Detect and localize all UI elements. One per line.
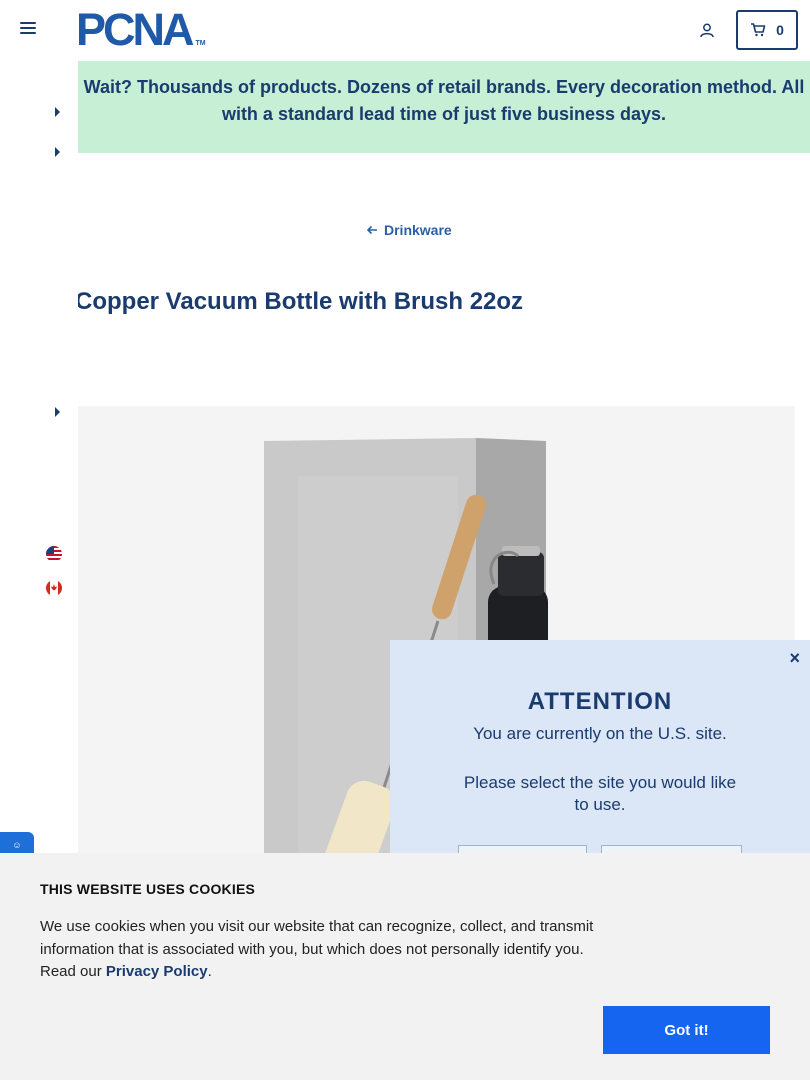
product-title: Copper Vacuum Bottle with Brush 22oz (78, 288, 524, 315)
cookie-heading: THIS WEBSITE USES COOKIES (40, 881, 256, 897)
us-flag-icon[interactable] (46, 546, 62, 562)
modal-heading: ATTENTION (527, 688, 673, 715)
breadcrumb-label: Drinkware (384, 222, 452, 238)
cookie-banner: THIS WEBSITE USES COOKIES We use cookies… (0, 853, 810, 1080)
breadcrumb-back-link[interactable]: Drinkware (366, 222, 452, 238)
cart-count: 0 (776, 22, 784, 38)
pcna-logo[interactable]: PCNA TM (76, 7, 206, 64)
close-icon[interactable]: × (789, 648, 800, 669)
arrow-left-icon (366, 225, 377, 235)
caret-right-icon[interactable] (55, 107, 60, 117)
modal-current-site: You are currently on the U.S. site. (473, 724, 727, 743)
site-header: PCNA TM 0 (0, 0, 810, 61)
cookie-period: . (207, 963, 212, 980)
account-icon[interactable] (699, 22, 715, 38)
got-it-button[interactable]: Got it! (603, 1006, 770, 1054)
site-select-modal: × ATTENTION You are currently on the U.S… (390, 640, 810, 881)
caret-right-icon[interactable] (55, 147, 60, 157)
logo-text: PCNA (76, 4, 195, 55)
cart-icon (751, 23, 766, 37)
promo-banner-text: Wait? Thousands of products. Dozens of r… (83, 77, 805, 124)
privacy-policy-link[interactable]: Privacy Policy (106, 963, 208, 980)
hamburger-menu-icon[interactable] (20, 22, 36, 38)
promo-banner: Wait? Thousands of products. Dozens of r… (78, 61, 810, 153)
modal-prompt: Please select the site you would like to… (463, 773, 737, 814)
logo-tm: TM (195, 40, 206, 47)
canada-flag-icon[interactable] (46, 580, 62, 596)
feedback-icon: ☺ (12, 840, 22, 850)
product-title-wrap: Copper Vacuum Bottle with Brush 22oz (78, 288, 798, 324)
caret-right-icon[interactable] (55, 407, 60, 417)
cookie-text: We use cookies when you visit our websit… (40, 916, 610, 984)
cart-button[interactable]: 0 (736, 10, 798, 50)
